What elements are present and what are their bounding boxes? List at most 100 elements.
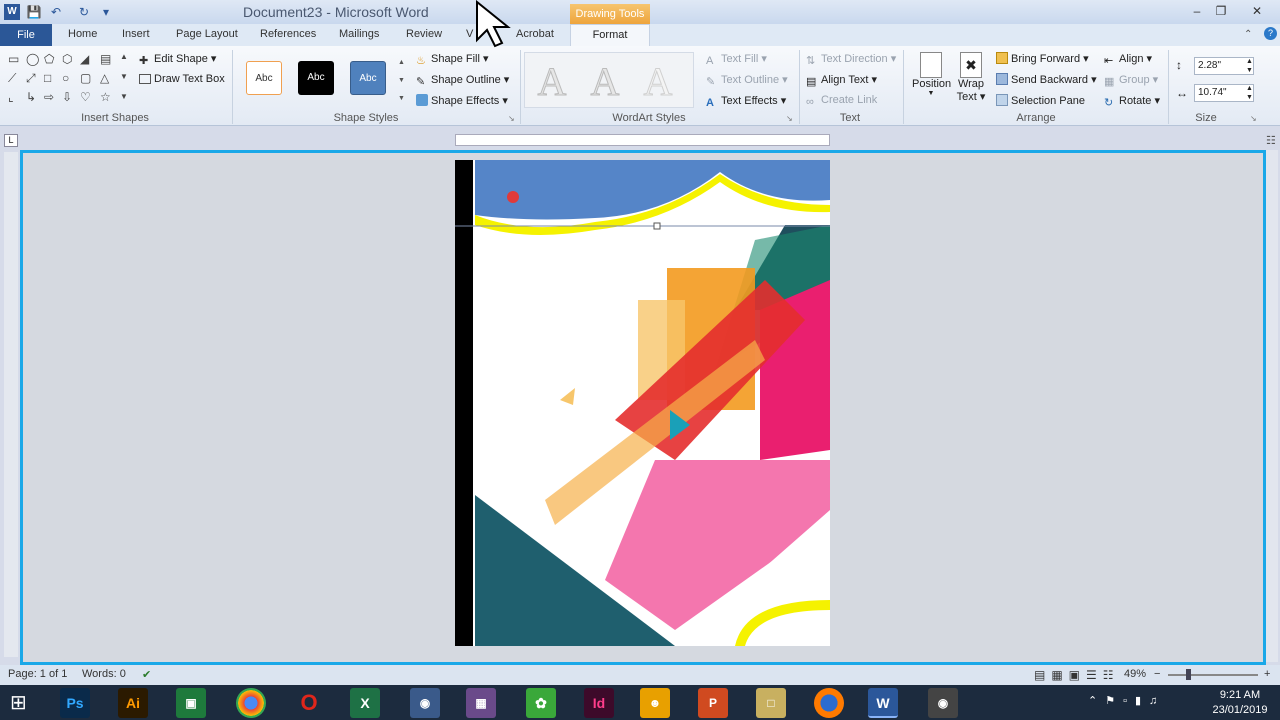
taskbar-firefox-icon[interactable] [814,688,844,718]
taskbar-app-icon[interactable]: ✿ [526,688,556,718]
redo-icon[interactable]: ↻ [76,4,92,20]
draw-text-box-button[interactable]: Draw Text Box [139,73,225,85]
group-button[interactable]: ▦ Group ▾ [1104,73,1158,88]
shapes-gallery[interactable]: ▭ ◯ ⬠ ⬡ ◢ ▤ ⟋ ⤢ □ ○ ▢ △ ⌞ ↳ ⇨ ⇩ ♡ ☆ ▲ ▼ … [6,52,132,108]
taskbar-powerpoint-icon[interactable]: P [698,688,728,718]
shape-height-field[interactable]: 2.28" [1194,57,1254,75]
wordart-dialog-launcher-icon[interactable]: ↘ [786,114,793,123]
height-spinner[interactable]: ▲ ▼ [1246,57,1253,75]
zoom-in-icon[interactable]: + [1264,668,1270,680]
shape-outline-button[interactable]: ✎ Shape Outline ▾ [416,73,509,88]
shape-style-outline-preset[interactable]: Abc [246,61,282,95]
right-arrow-shape-icon[interactable]: ⇨ [44,90,54,104]
taskbar-chrome-icon[interactable] [236,688,266,718]
right-triangle-shape-icon[interactable]: ◢ [80,52,89,66]
square-shape-icon[interactable]: □ [44,71,51,85]
clock-time[interactable]: 9:21 AM [1205,689,1275,701]
rounded-rect-shape-icon[interactable]: ▢ [80,71,91,85]
taskbar-gallery-icon[interactable]: ▦ [466,688,496,718]
oval-shape-icon[interactable]: ◯ [26,52,39,66]
taskbar-illustrator[interactable]: Ai [118,688,148,718]
edit-shape-button[interactable]: ✚ Edit Shape ▾ [139,52,216,67]
page-count[interactable]: Page: 1 of 1 [8,668,67,680]
windows-start-icon[interactable]: ⊞ [10,692,34,714]
horizontal-ruler[interactable] [455,134,830,146]
tab-format[interactable]: Format [570,24,650,46]
text-direction-button[interactable]: ⇅ Text Direction ▾ [806,52,896,67]
heart-shape-icon[interactable]: ♡ [80,90,91,104]
shape-effects-button[interactable]: Shape Effects ▾ [416,94,508,107]
system-tray-icons[interactable]: ⌃⚑▫▮♫ [1088,694,1165,707]
taskbar-store-icon[interactable]: ▣ [176,688,206,718]
position-button[interactable]: Position ▼ [912,50,951,108]
rectangle-shape-icon[interactable]: ▭ [8,52,19,66]
undo-icon[interactable]: ↶ [48,4,64,20]
line-shape-icon[interactable]: ⟋ [8,71,16,86]
ribbon-minimize-icon[interactable]: ⌃ [1244,29,1252,40]
shape-styles-scroll[interactable]: ▲ ▼ ▼ [398,54,405,108]
elbow-shape-icon[interactable]: ↳ [26,90,36,104]
taskbar-photoshop[interactable]: Ps [60,688,90,718]
align-text-button[interactable]: ▤ Align Text ▾ [806,73,877,88]
wrap-text-button[interactable]: ✖ Wrap Text ▾ [954,50,988,108]
shape-width-field[interactable]: 10.74" [1194,84,1254,102]
taskbar-folder-icon[interactable]: □ [756,688,786,718]
gallery-up-icon[interactable]: ▲ [120,52,128,61]
tab-acrobat[interactable]: Acrobat [516,28,554,40]
width-spinner[interactable]: ▲ ▼ [1246,84,1253,102]
customize-qat-icon[interactable]: ▾ [98,4,114,20]
shape-fill-button[interactable]: ♨ Shape Fill ▾ [416,52,489,67]
save-icon[interactable]: 💾 [26,4,42,20]
minimize-icon[interactable]: – [1185,2,1209,20]
taskbar-word[interactable]: W [868,688,898,718]
vertical-scrollbar[interactable] [1266,150,1278,662]
tab-home[interactable]: Home [68,28,97,40]
text-outline-button[interactable]: ✎ Text Outline ▾ [706,73,788,88]
selection-pane-button[interactable]: Selection Pane [996,94,1085,107]
send-backward-button[interactable]: Send Backward ▾ [996,73,1097,86]
word-count[interactable]: Words: 0 [82,668,126,680]
proofing-icon[interactable]: ✔ [142,668,151,681]
tab-page-layout[interactable]: Page Layout [176,28,238,40]
zoom-slider-thumb[interactable] [1186,669,1191,680]
taskbar-opera-icon[interactable]: O [294,688,324,718]
star-shape-icon[interactable]: ☆ [100,90,111,104]
zoom-level[interactable]: 49% [1124,668,1146,680]
wordart-style-3[interactable]: A [636,59,680,104]
tab-view[interactable]: V [466,28,473,40]
tab-file[interactable]: File [0,24,52,46]
close-icon[interactable]: ✕ [1245,2,1269,20]
wordart-style-2[interactable]: A [583,59,627,104]
gallery-more-icon[interactable]: ▼ [120,92,128,101]
taskbar-indesign[interactable]: Id [584,688,614,718]
taskbar-camcorder-icon[interactable]: ◉ [928,688,958,718]
tab-mailings[interactable]: Mailings [339,28,379,40]
create-link-button[interactable]: ∞ Create Link [806,94,877,108]
taskbar-excel[interactable]: X [350,688,380,718]
taskbar-people-icon[interactable]: ☻ [640,688,670,718]
gallery-down-icon[interactable]: ▼ [120,72,128,81]
tab-review[interactable]: Review [406,28,442,40]
pentagon-shape-icon[interactable]: ⬠ [44,52,54,66]
down-arrow-shape-icon[interactable]: ⇩ [62,90,72,104]
triangle-shape-icon[interactable]: △ [100,71,109,85]
clock-date[interactable]: 23/01/2019 [1205,704,1275,716]
shape-style-black-preset[interactable]: Abc [298,61,334,95]
textbox-shape-icon[interactable]: ▤ [100,52,111,66]
arrow-line-shape-icon[interactable]: ⤢ [26,71,36,86]
hexagon-shape-icon[interactable]: ⬡ [62,52,72,66]
resize-handle[interactable] [653,222,661,230]
text-fill-button[interactable]: A Text Fill ▾ [706,52,767,67]
restore-icon[interactable]: ❐ [1209,2,1233,20]
tab-selector-icon[interactable]: L [4,134,18,147]
shape-styles-dialog-launcher-icon[interactable]: ↘ [508,114,515,123]
align-button[interactable]: ⇤ Align ▾ [1104,52,1152,67]
text-effects-button[interactable]: A Text Effects ▾ [706,94,786,109]
document-page[interactable] [455,160,830,646]
shape-style-blue-preset[interactable]: Abc [350,61,386,95]
rotate-button[interactable]: ↻ Rotate ▾ [1104,94,1160,109]
word-app-icon[interactable]: W [4,4,20,20]
zoom-slider[interactable] [1168,674,1258,676]
circle-shape-icon[interactable]: ○ [62,71,69,85]
vertical-ruler[interactable] [4,152,18,657]
